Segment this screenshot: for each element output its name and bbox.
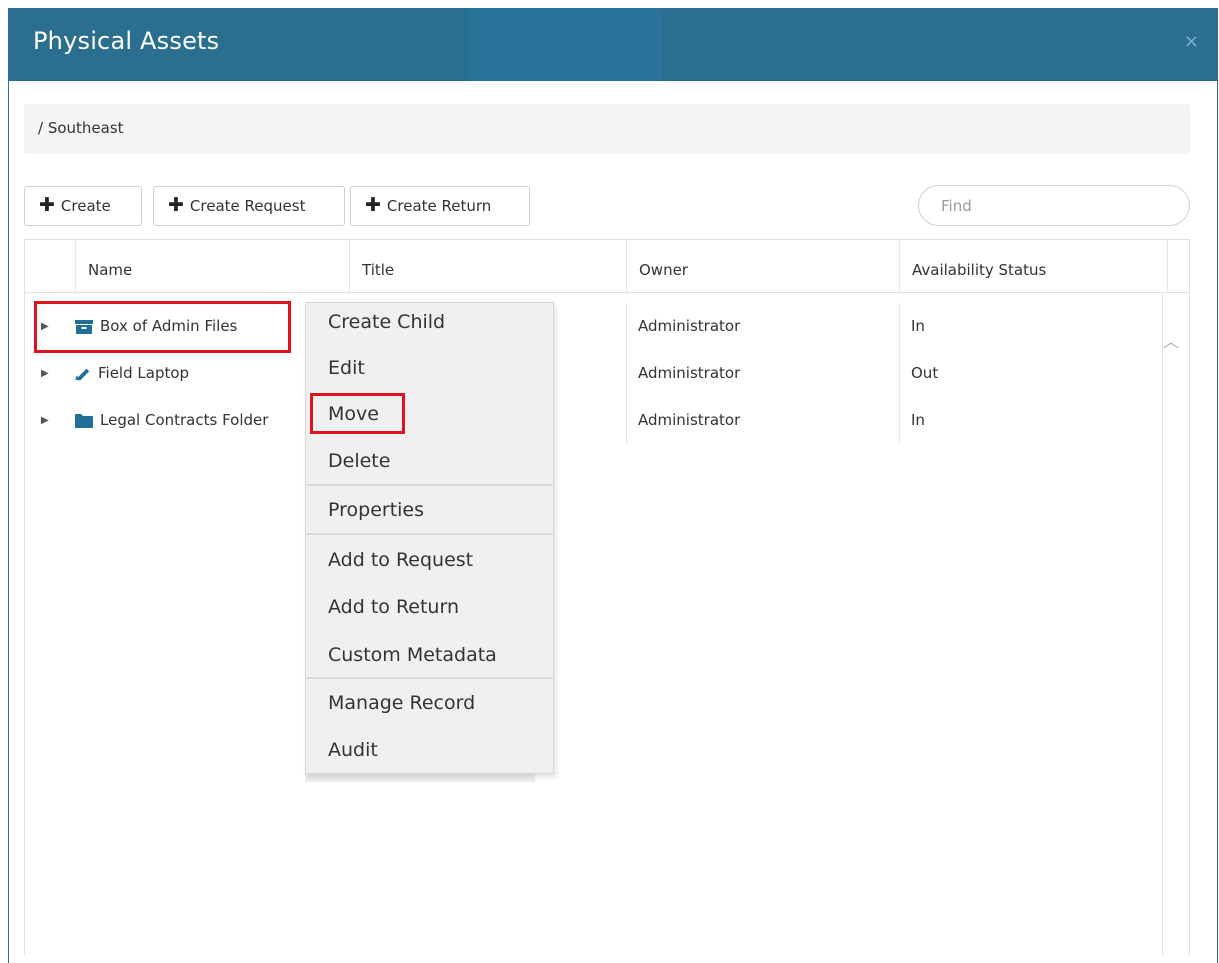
menu-separator	[306, 484, 553, 486]
status-cell: Out	[911, 364, 939, 382]
menu-item-add-to-request[interactable]: Add to Request	[306, 537, 553, 584]
folder-icon	[75, 413, 93, 428]
create-return-button-label: Create Return	[386, 197, 492, 215]
asset-name-cell[interactable]: Field Laptop	[75, 350, 189, 397]
create-button[interactable]: ✚ Create	[24, 186, 142, 226]
breadcrumb[interactable]: / Southeast	[24, 104, 1190, 154]
plus-icon: ✚	[39, 193, 55, 216]
menu-item-delete[interactable]: Delete	[306, 438, 553, 485]
context-menu: Create Child Edit Move Delete Properties…	[305, 302, 554, 774]
expand-arrow-icon[interactable]: ▶	[41, 397, 49, 444]
column-header-name[interactable]: Name	[75, 240, 349, 292]
status-cell: In	[911, 317, 925, 335]
dialog-title: Physical Assets	[33, 27, 220, 55]
menu-item-audit[interactable]: Audit	[306, 727, 553, 774]
create-return-button[interactable]: ✚ Create Return	[350, 186, 530, 226]
table-row[interactable]: ▶ Box of Admin Files Administrator In	[25, 303, 1189, 350]
owner-cell: Administrator	[638, 364, 741, 382]
menu-item-create-child[interactable]: Create Child	[306, 299, 553, 346]
column-header-spacer	[1167, 240, 1191, 292]
menu-separator	[306, 677, 553, 679]
menu-item-move[interactable]: Move	[306, 391, 553, 438]
create-request-button-label: Create Request	[189, 197, 306, 215]
create-request-button[interactable]: ✚ Create Request	[153, 186, 345, 226]
dialog-header: Physical Assets ×	[9, 9, 1217, 81]
menu-item-properties[interactable]: Properties	[306, 487, 553, 534]
column-header-availability-status[interactable]: Availability Status	[899, 240, 1167, 292]
column-header-owner[interactable]: Owner	[626, 240, 899, 292]
table-row[interactable]: ▶ Field Laptop Administrator Out	[25, 350, 1189, 397]
grid-scrollbar[interactable]	[1162, 292, 1189, 956]
asset-name-cell[interactable]: Legal Contracts Folder	[75, 397, 268, 444]
asset-name: Box of Admin Files	[100, 317, 238, 335]
status-cell: In	[911, 411, 925, 429]
box-icon	[75, 319, 93, 334]
table-row[interactable]: ▶ Legal Contracts Folder Administrator I…	[25, 397, 1189, 444]
close-icon[interactable]: ×	[1184, 31, 1199, 52]
assets-grid: Name Title Owner Availability Status ▶ B…	[24, 239, 1190, 956]
create-button-label: Create	[60, 197, 111, 215]
plus-icon: ✚	[365, 193, 381, 216]
grid-header: Name Title Owner Availability Status	[25, 240, 1189, 293]
asset-name-cell[interactable]: Box of Admin Files	[75, 303, 237, 350]
menu-item-custom-metadata[interactable]: Custom Metadata	[306, 632, 553, 679]
expand-arrow-icon[interactable]: ▶	[41, 303, 49, 350]
column-header-title[interactable]: Title	[349, 240, 626, 292]
menu-item-add-to-return[interactable]: Add to Return	[306, 584, 553, 631]
scroll-up-icon[interactable]: ︿	[1163, 328, 1179, 352]
menu-separator	[306, 533, 553, 535]
pencil-icon	[75, 368, 90, 380]
plus-icon: ✚	[168, 193, 184, 216]
asset-name: Legal Contracts Folder	[100, 411, 269, 429]
menu-item-edit[interactable]: Edit	[306, 345, 553, 392]
find-input[interactable]	[918, 185, 1190, 226]
asset-name: Field Laptop	[98, 364, 190, 382]
owner-cell: Administrator	[638, 317, 741, 335]
owner-cell: Administrator	[638, 411, 741, 429]
menu-item-manage-record[interactable]: Manage Record	[306, 680, 553, 727]
expand-arrow-icon[interactable]: ▶	[41, 350, 49, 397]
